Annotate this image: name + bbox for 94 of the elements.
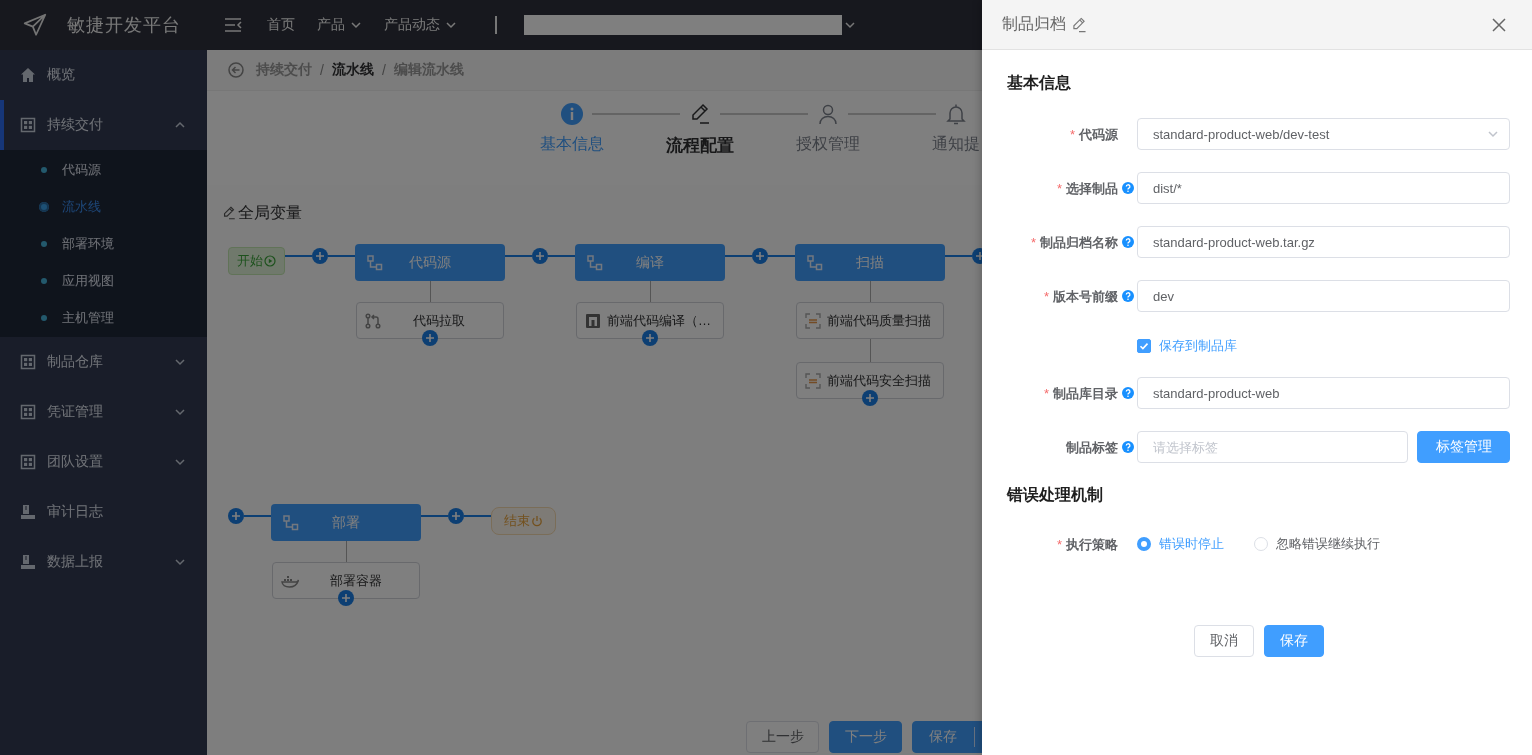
field-label: * 选择制品	[1056, 180, 1118, 196]
end-node: 结束	[491, 507, 556, 535]
branch-icon	[365, 312, 381, 329]
submenu-item[interactable]: 部署环境	[0, 225, 207, 262]
nodes-icon	[587, 254, 603, 271]
person-icon	[817, 103, 839, 125]
task-node[interactable]: 前端代码编译（…	[576, 302, 724, 339]
close-icon[interactable]	[1492, 17, 1506, 32]
pencil-icon[interactable]	[1071, 16, 1087, 33]
paper-plane-icon	[22, 12, 48, 38]
task-node[interactable]: 部署容器	[272, 562, 420, 599]
submenu-item[interactable]: 主机管理	[0, 299, 207, 336]
field-label: * 制品归档名称	[1030, 234, 1118, 250]
stage-node[interactable]: 代码源	[355, 244, 505, 281]
grid-icon	[20, 117, 36, 133]
help-icon[interactable]	[1121, 387, 1134, 399]
button[interactable]: 上一步	[746, 721, 819, 753]
input-field[interactable]: standard-product-web.tar.gz	[1137, 226, 1510, 258]
nodes-icon	[807, 254, 823, 271]
menu-icon[interactable]	[224, 17, 242, 33]
input-field[interactable]: dev	[1137, 280, 1510, 312]
stage-node[interactable]: 扫描	[795, 244, 945, 281]
nav-link[interactable]: 产品动态	[384, 16, 457, 34]
task-node[interactable]: 前端代码安全扫描	[796, 362, 944, 399]
power-icon	[531, 515, 543, 527]
drawer-title: 制品归档	[1002, 14, 1066, 34]
chevron-down-icon	[844, 19, 856, 31]
package-icon	[585, 312, 601, 329]
scan-icon	[805, 312, 821, 329]
help-icon[interactable]	[1121, 441, 1134, 453]
chevron-down-icon	[1487, 128, 1499, 140]
nav-link[interactable]: 首页	[267, 16, 295, 34]
submenu-item[interactable]: 应用视图	[0, 262, 207, 299]
breadcrumb-separator: /	[320, 62, 324, 78]
button[interactable]: 取消	[1193, 625, 1254, 657]
sidebar-item[interactable]: 团队设置	[0, 437, 207, 487]
radio-label[interactable]: 忽略错误继续执行	[1276, 535, 1380, 553]
help-icon[interactable]	[1121, 182, 1134, 194]
field-label: * 代码源	[1069, 126, 1118, 142]
input-field[interactable]: dist/*	[1137, 172, 1510, 204]
sidebar-item[interactable]: 凭证管理	[0, 387, 207, 437]
nodes-icon	[367, 254, 383, 271]
nav-link[interactable]: 产品	[317, 16, 362, 34]
help-icon[interactable]	[1121, 236, 1134, 248]
radio-button[interactable]	[1137, 537, 1151, 551]
stage-node[interactable]: 编译	[575, 244, 725, 281]
field-label: * 版本号前缀	[1043, 288, 1118, 304]
submenu-item[interactable]: 流水线	[0, 188, 207, 225]
step[interactable]: 流程配置	[668, 103, 732, 157]
step[interactable]: 基本信息	[540, 103, 604, 155]
pencil-icon	[222, 206, 236, 220]
button[interactable]: 保存	[1263, 625, 1324, 657]
bell-icon	[945, 103, 967, 125]
back-icon[interactable]	[228, 62, 244, 78]
grid-icon	[20, 354, 36, 370]
app-title: 敏捷开发平台	[67, 14, 181, 37]
button[interactable]: 标签管理	[1417, 431, 1510, 463]
sidebar-item[interactable]: 数据上报	[0, 537, 207, 587]
input-field[interactable]: standard-product-web	[1137, 377, 1510, 409]
grid-icon	[20, 454, 36, 470]
task-node[interactable]: 前端代码质量扫描	[796, 302, 944, 339]
field-label: * 执行策略	[1056, 536, 1118, 552]
input-field[interactable]: 请选择标签	[1137, 431, 1408, 463]
global-variables-link[interactable]: 全局变量	[222, 203, 302, 223]
field-label: * 制品库目录	[1043, 385, 1118, 401]
stage-node[interactable]: 部署	[271, 504, 421, 541]
checkbox[interactable]	[1137, 339, 1151, 353]
checkbox-label[interactable]: 保存到制品库	[1159, 337, 1237, 355]
radio-label[interactable]: 错误时停止	[1159, 535, 1224, 553]
sidebar-item[interactable]: 制品仓库	[0, 337, 207, 387]
section-title: 基本信息	[1007, 73, 1072, 93]
scan-icon	[805, 372, 821, 389]
document-stand-icon	[20, 554, 36, 570]
info-icon	[561, 103, 583, 125]
breadcrumb-link[interactable]: 流水线	[331, 61, 374, 79]
field-label: 制品标签	[1066, 439, 1118, 455]
section-title: 错误处理机制	[1007, 485, 1104, 505]
sidebar-item[interactable]: 概览	[0, 50, 207, 100]
start-node: 开始	[228, 247, 285, 275]
play-icon	[264, 255, 276, 267]
redacted-field[interactable]	[524, 15, 842, 35]
task-node[interactable]: 代码拉取	[356, 302, 504, 339]
grid-icon	[20, 404, 36, 420]
submenu-item[interactable]: 代码源	[0, 151, 207, 188]
step[interactable]: 授权管理	[796, 103, 860, 155]
sidebar-item[interactable]: 审计日志	[0, 487, 207, 537]
document-stand-icon	[20, 504, 36, 520]
home-icon	[20, 67, 36, 83]
pencil-icon	[689, 103, 711, 125]
button[interactable]: 下一步	[829, 721, 902, 753]
breadcrumb-separator: /	[381, 62, 386, 78]
help-icon[interactable]	[1121, 290, 1134, 302]
select-field[interactable]: standard-product-web/dev-test	[1137, 118, 1510, 150]
nodes-icon	[283, 514, 299, 531]
